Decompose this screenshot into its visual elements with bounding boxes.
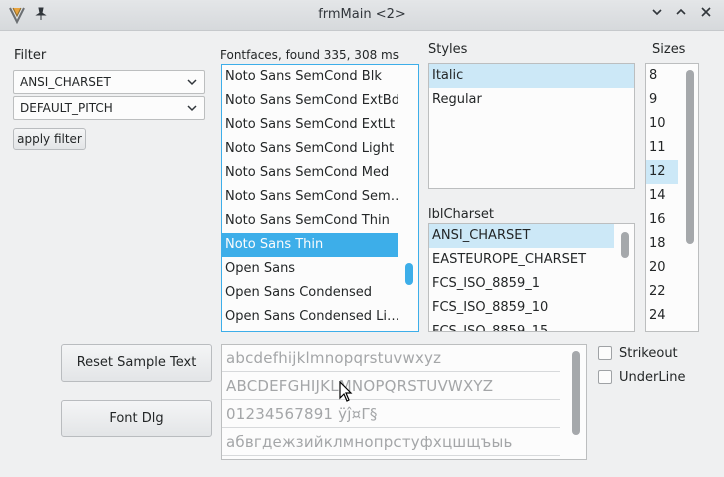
styles-label: Styles xyxy=(428,42,468,57)
size-list-item[interactable]: 12 xyxy=(646,160,678,184)
fontfaces-scrollbar[interactable] xyxy=(405,69,413,327)
fontface-list-item[interactable]: Noto Sans SemCond Sem… xyxy=(222,185,398,209)
strikeout-label[interactable]: Strikeout xyxy=(619,346,678,361)
sample-text-box[interactable]: abcdefhijklmnopqrstuvwxyz ABCDEFGHIJKLMNO… xyxy=(221,344,587,460)
sample-scroll-thumb[interactable] xyxy=(572,351,580,435)
sizes-scroll-thumb[interactable] xyxy=(686,70,694,244)
pitch-filter-value: DEFAULT_PITCH xyxy=(20,101,113,115)
size-list-item[interactable]: 16 xyxy=(646,208,678,232)
pitch-filter-combo[interactable]: DEFAULT_PITCH xyxy=(13,96,205,120)
fontface-list-item[interactable]: Open Sans xyxy=(222,257,398,281)
sample-line-text: abcdefhijklmnopqrstuvwxyz xyxy=(226,349,442,367)
size-list-item[interactable]: 22 xyxy=(646,280,678,304)
charset-list[interactable]: ANSI_CHARSET EASTEUROPE_CHARSET FCS_ISO_88… xyxy=(428,223,635,332)
font-dlg-button[interactable]: Font Dlg xyxy=(61,400,212,437)
size-list-item[interactable]: 8 xyxy=(646,64,678,88)
mouse-cursor-icon xyxy=(339,381,353,402)
size-list-item[interactable]: 20 xyxy=(646,256,678,280)
fontface-list-item[interactable]: Noto Sans SemCond Thin xyxy=(222,209,398,233)
sample-line[interactable]: абвгдежзийклмнопрстуфхцшщъыь xyxy=(222,429,560,456)
sizes-list[interactable]: 8 9 10 11 12 14 16 18 20 22 24 xyxy=(645,63,699,332)
charset-scrollbar[interactable] xyxy=(621,230,629,328)
charset-list-item[interactable]: EASTEUROPE_CHARSET xyxy=(429,248,614,272)
fontfaces-list[interactable]: Noto Sans SemCond Blk Noto Sans SemCond E… xyxy=(221,64,419,332)
title-bar[interactable]: frmMain <2> xyxy=(0,0,724,31)
size-list-item[interactable]: 10 xyxy=(646,112,678,136)
sizes-scrollbar[interactable] xyxy=(686,70,694,248)
size-list-item[interactable]: 11 xyxy=(646,136,678,160)
sample-line-text: абвгдежзийклмнопрстуфхцшщъыь xyxy=(226,433,513,451)
apply-filter-button[interactable]: apply filter xyxy=(13,128,86,150)
sample-line-text: 01234567891 ÿĵ¤Γ§ xyxy=(226,405,378,423)
fontface-list-item[interactable]: Noto Sans SemCond Blk xyxy=(222,65,398,89)
sample-line-text: ABCDEFGHIJKLMNOPQRSTUVWXYZ xyxy=(226,377,494,395)
fontfaces-scroll-thumb[interactable] xyxy=(405,263,413,285)
chevron-down-icon xyxy=(186,73,198,94)
size-list-item[interactable]: 9 xyxy=(646,88,678,112)
charset-list-item[interactable]: FCS_ISO_8859_15 xyxy=(429,320,614,331)
charset-list-item[interactable]: FCS_ISO_8859_1 xyxy=(429,272,614,296)
charset-list-item[interactable]: FCS_ISO_8859_10 xyxy=(429,296,614,320)
fontface-list-item[interactable]: Noto Sans SemCond Med xyxy=(222,161,398,185)
charset-list-item[interactable]: ANSI_CHARSET xyxy=(429,224,614,248)
charset-filter-value: ANSI_CHARSET xyxy=(20,75,111,89)
charset-filter-combo[interactable]: ANSI_CHARSET xyxy=(13,70,205,94)
strikeout-checkbox[interactable] xyxy=(598,346,612,360)
size-list-item[interactable]: 18 xyxy=(646,232,678,256)
sample-line[interactable]: abcdefhijklmnopqrstuvwxyz xyxy=(222,345,560,372)
fontface-list-item[interactable]: Noto Sans SemCond ExtLt xyxy=(222,113,398,137)
fontface-list-item[interactable]: Open Sans Condensed xyxy=(222,281,398,305)
charset-label: lblCharset xyxy=(428,207,494,222)
fontface-list-item[interactable]: Noto Sans SemCond ExtBd xyxy=(222,89,398,113)
size-list-item[interactable]: 24 xyxy=(646,304,678,328)
underline-label[interactable]: UnderLine xyxy=(619,370,685,385)
fontface-list-item[interactable]: Noto Sans Thin xyxy=(222,233,398,257)
underline-checkbox[interactable] xyxy=(598,370,612,384)
filter-label: Filter xyxy=(14,48,47,63)
style-list-item[interactable]: Italic xyxy=(429,64,634,88)
chevron-up-icon[interactable] xyxy=(672,6,690,24)
sample-scrollbar[interactable] xyxy=(572,351,580,435)
fontface-list-item[interactable]: Open Sans Condensed Li… xyxy=(222,305,398,329)
sample-line[interactable]: 01234567891 ÿĵ¤Γ§ xyxy=(222,401,560,428)
size-list-item[interactable]: 14 xyxy=(646,184,678,208)
reset-sample-text-button[interactable]: Reset Sample Text xyxy=(61,344,212,382)
background-strip xyxy=(0,465,724,477)
close-icon[interactable] xyxy=(697,6,715,24)
chevron-down-icon[interactable] xyxy=(648,6,666,24)
styles-list[interactable]: Italic Regular xyxy=(428,63,635,189)
fontface-list-item[interactable]: Noto Sans SemCond Light xyxy=(222,137,398,161)
sample-line[interactable]: ABCDEFGHIJKLMNOPQRSTUVWXYZ xyxy=(222,373,560,400)
chevron-down-icon xyxy=(186,99,198,120)
fontfaces-label: Fontfaces, found 335, 308 ms xyxy=(220,48,399,62)
charset-scroll-thumb[interactable] xyxy=(621,232,629,258)
style-list-item[interactable]: Regular xyxy=(429,88,634,112)
sizes-label: Sizes xyxy=(652,42,686,57)
window-title: frmMain <2> xyxy=(318,7,406,22)
